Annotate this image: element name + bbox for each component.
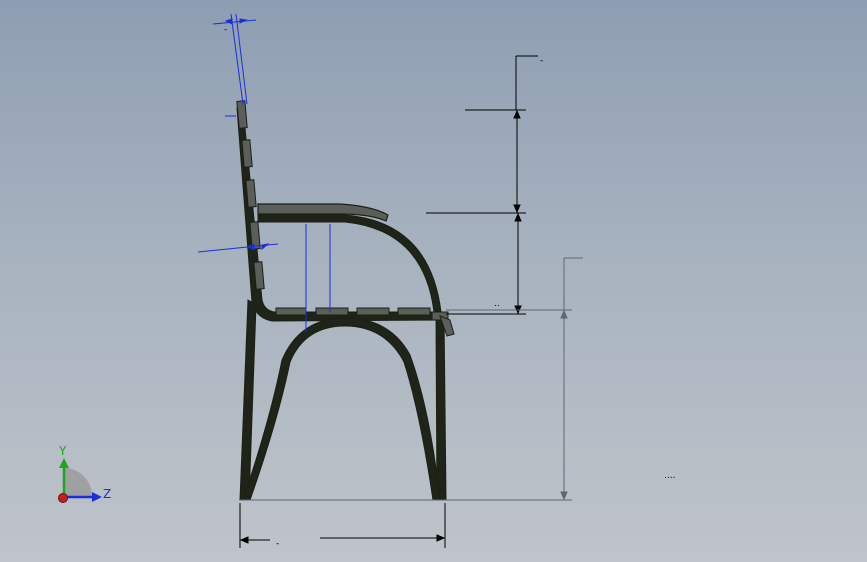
back-slat — [241, 139, 253, 168]
dim-arrow — [560, 491, 568, 501]
width-dimension — [239, 503, 446, 548]
front-leg — [435, 315, 447, 501]
z-axis-arrow-icon — [92, 492, 102, 502]
dim-arrow — [436, 534, 446, 542]
dim-arrow — [560, 309, 568, 319]
seat-slat — [275, 307, 307, 316]
blue-arrow-mid-b — [261, 243, 270, 251]
dim-text-e: .... — [664, 471, 675, 481]
dim-text-b: - — [276, 539, 279, 549]
triad-plane-quadrant — [64, 468, 92, 496]
dim-arrow — [513, 109, 521, 119]
height-dimensions — [426, 55, 538, 315]
bench-frame — [236, 107, 447, 501]
blue-arrow-top — [224, 18, 233, 25]
blue-arrow-top-b — [239, 18, 248, 24]
seat-slat — [397, 307, 431, 316]
dim-arrow — [239, 536, 249, 544]
triad-origin-icon — [58, 493, 68, 503]
seat-arch — [242, 317, 441, 501]
seat-slat — [356, 307, 390, 316]
armrest-support — [257, 214, 442, 313]
coordinate-triad[interactable]: Y Z — [58, 444, 111, 503]
cad-viewport[interactable]: - - - .. .... Y Z — [0, 0, 867, 562]
dim-text-d: .. — [494, 299, 500, 309]
dim-arrow — [514, 212, 522, 222]
bench-side-view-drawing: - - - .. .... Y Z — [58, 13, 675, 549]
back-slat — [253, 261, 265, 290]
blue-tick-top — [212, 19, 257, 25]
z-axis-label: Z — [103, 487, 111, 501]
seat-slat — [315, 307, 349, 316]
dim-text-c: - — [224, 25, 227, 35]
y-axis-arrow-icon — [59, 458, 69, 468]
dim-arrow — [513, 204, 521, 214]
back-slat — [236, 100, 248, 129]
y-axis-label: Y — [58, 444, 67, 458]
back-slat — [245, 179, 257, 208]
dim-text-a: - — [540, 56, 543, 66]
